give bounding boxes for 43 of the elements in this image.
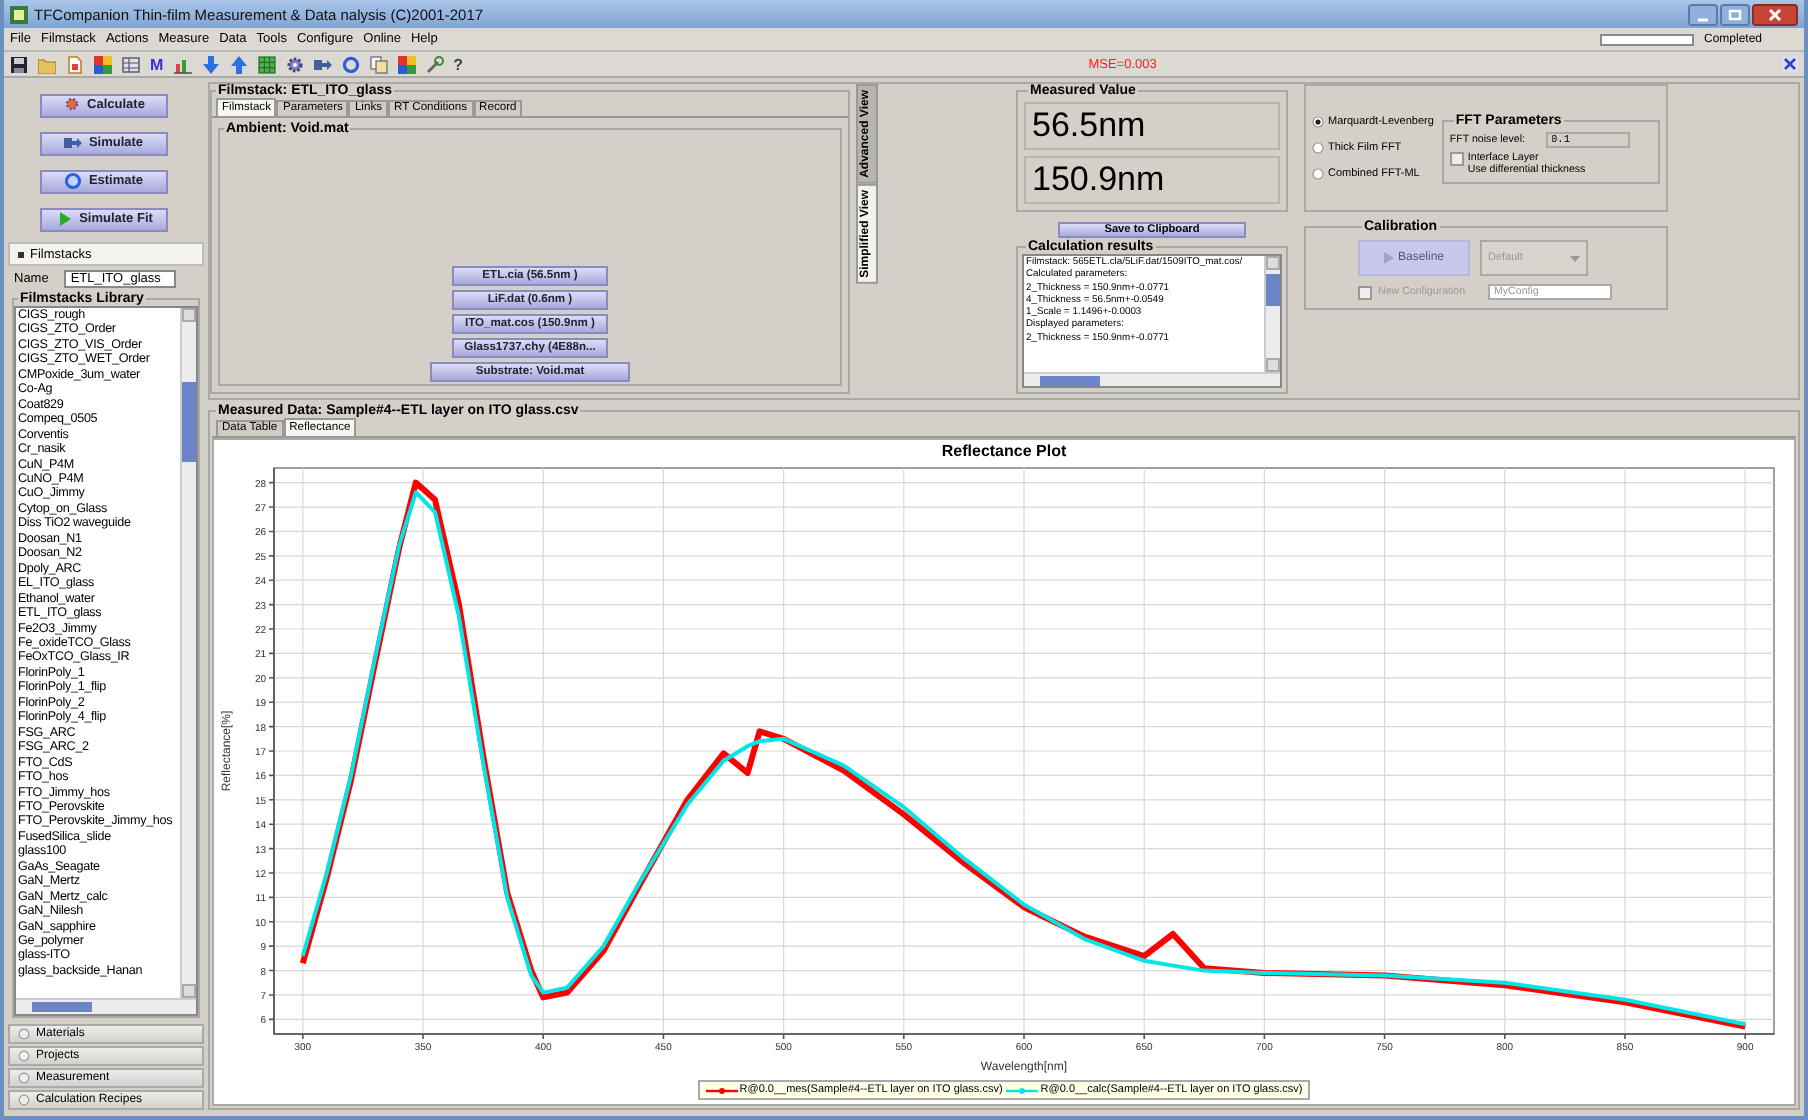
circle-icon bbox=[18, 1072, 30, 1084]
legend-line-icon bbox=[705, 1085, 738, 1095]
play-icon bbox=[55, 210, 74, 228]
gear-icon bbox=[63, 96, 82, 114]
close-icon[interactable] bbox=[1782, 56, 1798, 72]
copy-icon[interactable] bbox=[369, 55, 388, 73]
scrollbar[interactable] bbox=[180, 308, 196, 998]
document-icon[interactable] bbox=[66, 55, 84, 73]
checkbox[interactable] bbox=[1449, 151, 1464, 165]
circle-icon bbox=[18, 1050, 30, 1062]
scrollbar[interactable] bbox=[1024, 372, 1280, 386]
value-display: 56.5nm bbox=[1024, 102, 1280, 150]
table-icon[interactable] bbox=[122, 55, 140, 73]
arrow-icon bbox=[64, 134, 83, 152]
ring-icon[interactable] bbox=[341, 55, 360, 73]
close-button[interactable] bbox=[1752, 3, 1798, 25]
color-squares-icon[interactable] bbox=[94, 55, 112, 73]
grid-icon[interactable] bbox=[257, 55, 276, 73]
radio-button[interactable] bbox=[1312, 116, 1324, 128]
value-display: 150.9nm bbox=[1024, 156, 1280, 204]
color-squares-icon[interactable] bbox=[397, 55, 416, 73]
circle-icon bbox=[18, 1094, 30, 1106]
arrow-icon[interactable] bbox=[313, 55, 332, 73]
down-arrow-icon[interactable] bbox=[201, 55, 220, 73]
circle-icon bbox=[18, 1028, 30, 1040]
radio-button[interactable] bbox=[1312, 142, 1324, 154]
maximize-button[interactable] bbox=[1720, 3, 1750, 25]
save-icon[interactable] bbox=[10, 55, 28, 73]
minimize-button[interactable] bbox=[1688, 3, 1718, 25]
ring-icon bbox=[64, 172, 83, 190]
toolbar-button[interactable]: M bbox=[150, 55, 164, 73]
chart-title: Reflectance Plot bbox=[939, 440, 1069, 462]
legend-line-icon bbox=[1006, 1085, 1039, 1095]
caret-icon bbox=[1570, 255, 1580, 261]
toolbar-button[interactable]: ? bbox=[453, 55, 464, 73]
radio-button[interactable] bbox=[1312, 168, 1324, 180]
scrollbar[interactable] bbox=[16, 998, 196, 1014]
chart-icon[interactable] bbox=[173, 55, 192, 73]
play-icon bbox=[1383, 252, 1394, 264]
gear-icon[interactable] bbox=[285, 55, 304, 73]
app-icon bbox=[10, 5, 28, 23]
scrollbar[interactable] bbox=[1264, 256, 1280, 372]
up-arrow-icon[interactable] bbox=[229, 55, 248, 73]
